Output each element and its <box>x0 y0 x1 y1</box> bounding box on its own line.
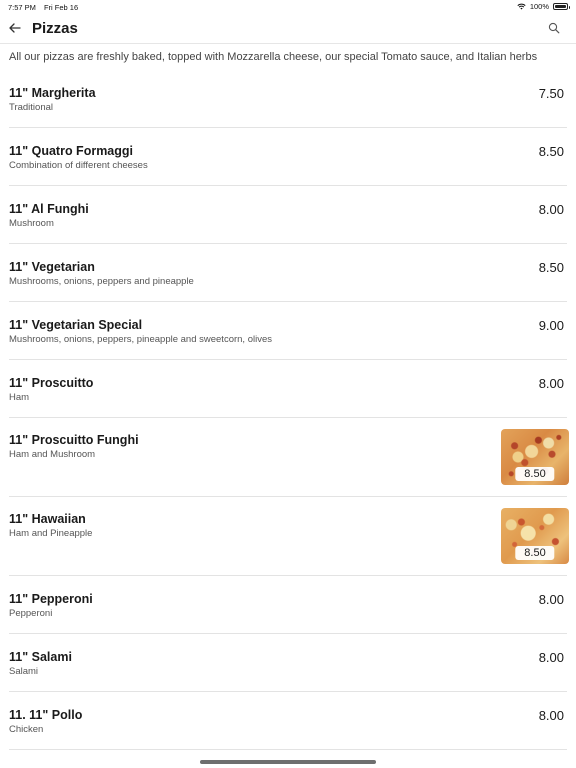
page-title: Pizzas <box>32 20 78 37</box>
menu-item-name: 11" Hawaiian <box>9 512 86 526</box>
menu-item-price: 7.50 <box>538 86 564 101</box>
search-icon <box>548 22 560 34</box>
menu-item-description: Chicken <box>9 724 44 735</box>
menu-item-price: 8.50 <box>538 260 564 275</box>
status-time: 7:57 PM <box>8 3 36 12</box>
menu-item-price: 8.00 <box>538 650 564 665</box>
menu-item-price: 8.00 <box>538 708 564 723</box>
menu-item-list: 11" Margherita Traditional 7.50 11" Quatro … <box>0 70 576 750</box>
menu-item-description: Mushroom <box>9 218 54 229</box>
back-button[interactable] <box>6 19 24 37</box>
menu-item-name: 11" Vegetarian Special <box>9 318 143 332</box>
menu-item-name: 11" Al Funghi <box>9 202 89 216</box>
menu-item-description: Traditional <box>9 102 54 113</box>
menu-item[interactable]: 11" Al Funghi Mushroom 8.00 <box>9 186 567 244</box>
search-button[interactable] <box>548 21 562 35</box>
menu-item-price: 8.00 <box>538 376 564 391</box>
menu-item[interactable]: 11" Vegetarian Mushrooms, onions, peppers… <box>9 244 567 302</box>
menu-item[interactable]: 11" Salami Salami 8.00 <box>9 634 567 692</box>
menu-item[interactable]: 11" Margherita Traditional 7.50 <box>9 70 567 128</box>
menu-item-price: 9.00 <box>538 318 564 333</box>
menu-item-description: Ham and Pineapple <box>9 528 93 539</box>
battery-percent: 100% <box>529 2 549 11</box>
menu-item-name: 11" Salami <box>9 650 72 664</box>
menu-item-name: 11. 11" Pollo <box>9 708 83 722</box>
battery-icon <box>553 3 570 10</box>
menu-item-description: Mushrooms, onions, peppers, pineapple an… <box>9 334 272 345</box>
pizza-photo[interactable]: 8.50 <box>501 508 569 564</box>
menu-item-name: 11" Quatro Formaggi <box>9 144 134 158</box>
menu-item-name: 11" Proscuitto Funghi <box>9 433 139 447</box>
menu-item-price: 8.50 <box>538 144 564 159</box>
nav-bar: Pizzas <box>0 14 576 44</box>
status-time-date: 7:57 PM Fri Feb 16 <box>8 3 86 12</box>
menu-item-price: 8.50 <box>515 467 555 481</box>
wifi-icon <box>517 3 526 10</box>
menu-item-name: 11" Margherita <box>9 86 96 100</box>
menu-item[interactable]: 11" Vegetarian Special Mushrooms, onions,… <box>9 302 567 360</box>
menu-item-description: Combination of different cheeses <box>9 160 148 171</box>
menu-item[interactable]: 11" Hawaiian Ham and Pineapple 8.50 <box>9 497 569 576</box>
menu-item[interactable]: 11. 11" Pollo Chicken 8.00 <box>9 692 567 750</box>
menu-item-description: Ham <box>9 392 30 403</box>
menu-item[interactable]: 11" Proscuitto Funghi Ham and Mushroom 8.5… <box>9 418 569 497</box>
category-description: All our pizzas are freshly baked, topped… <box>9 51 538 63</box>
menu-item-description: Salami <box>9 666 39 677</box>
menu-item-price: 8.50 <box>515 546 555 560</box>
menu-item-description: Pepperoni <box>9 608 53 619</box>
back-arrow-icon <box>9 23 21 33</box>
pizza-photo[interactable]: 8.50 <box>501 429 569 485</box>
menu-item-name: 11" Pepperoni <box>9 592 93 606</box>
menu-item[interactable]: 11" Quatro Formaggi Combination of differ… <box>9 128 567 186</box>
menu-item-description: Mushrooms, onions, peppers and pineapple <box>9 276 194 287</box>
status-bar: 7:57 PM Fri Feb 16 100% <box>0 0 576 14</box>
menu-item-price: 8.00 <box>538 202 564 217</box>
status-indicators: 100% <box>517 2 570 11</box>
status-date: Fri Feb 16 <box>43 3 79 12</box>
menu-item[interactable]: 11" Proscuitto Ham 8.00 <box>9 360 567 418</box>
menu-item-description: Ham and Mushroom <box>9 449 96 460</box>
home-indicator[interactable] <box>200 760 376 764</box>
menu-item[interactable]: 11" Pepperoni Pepperoni 8.00 <box>9 576 567 634</box>
menu-item-price: 8.00 <box>538 592 564 607</box>
menu-item-name: 11" Proscuitto <box>9 376 94 390</box>
menu-item-name: 11" Vegetarian <box>9 260 95 274</box>
